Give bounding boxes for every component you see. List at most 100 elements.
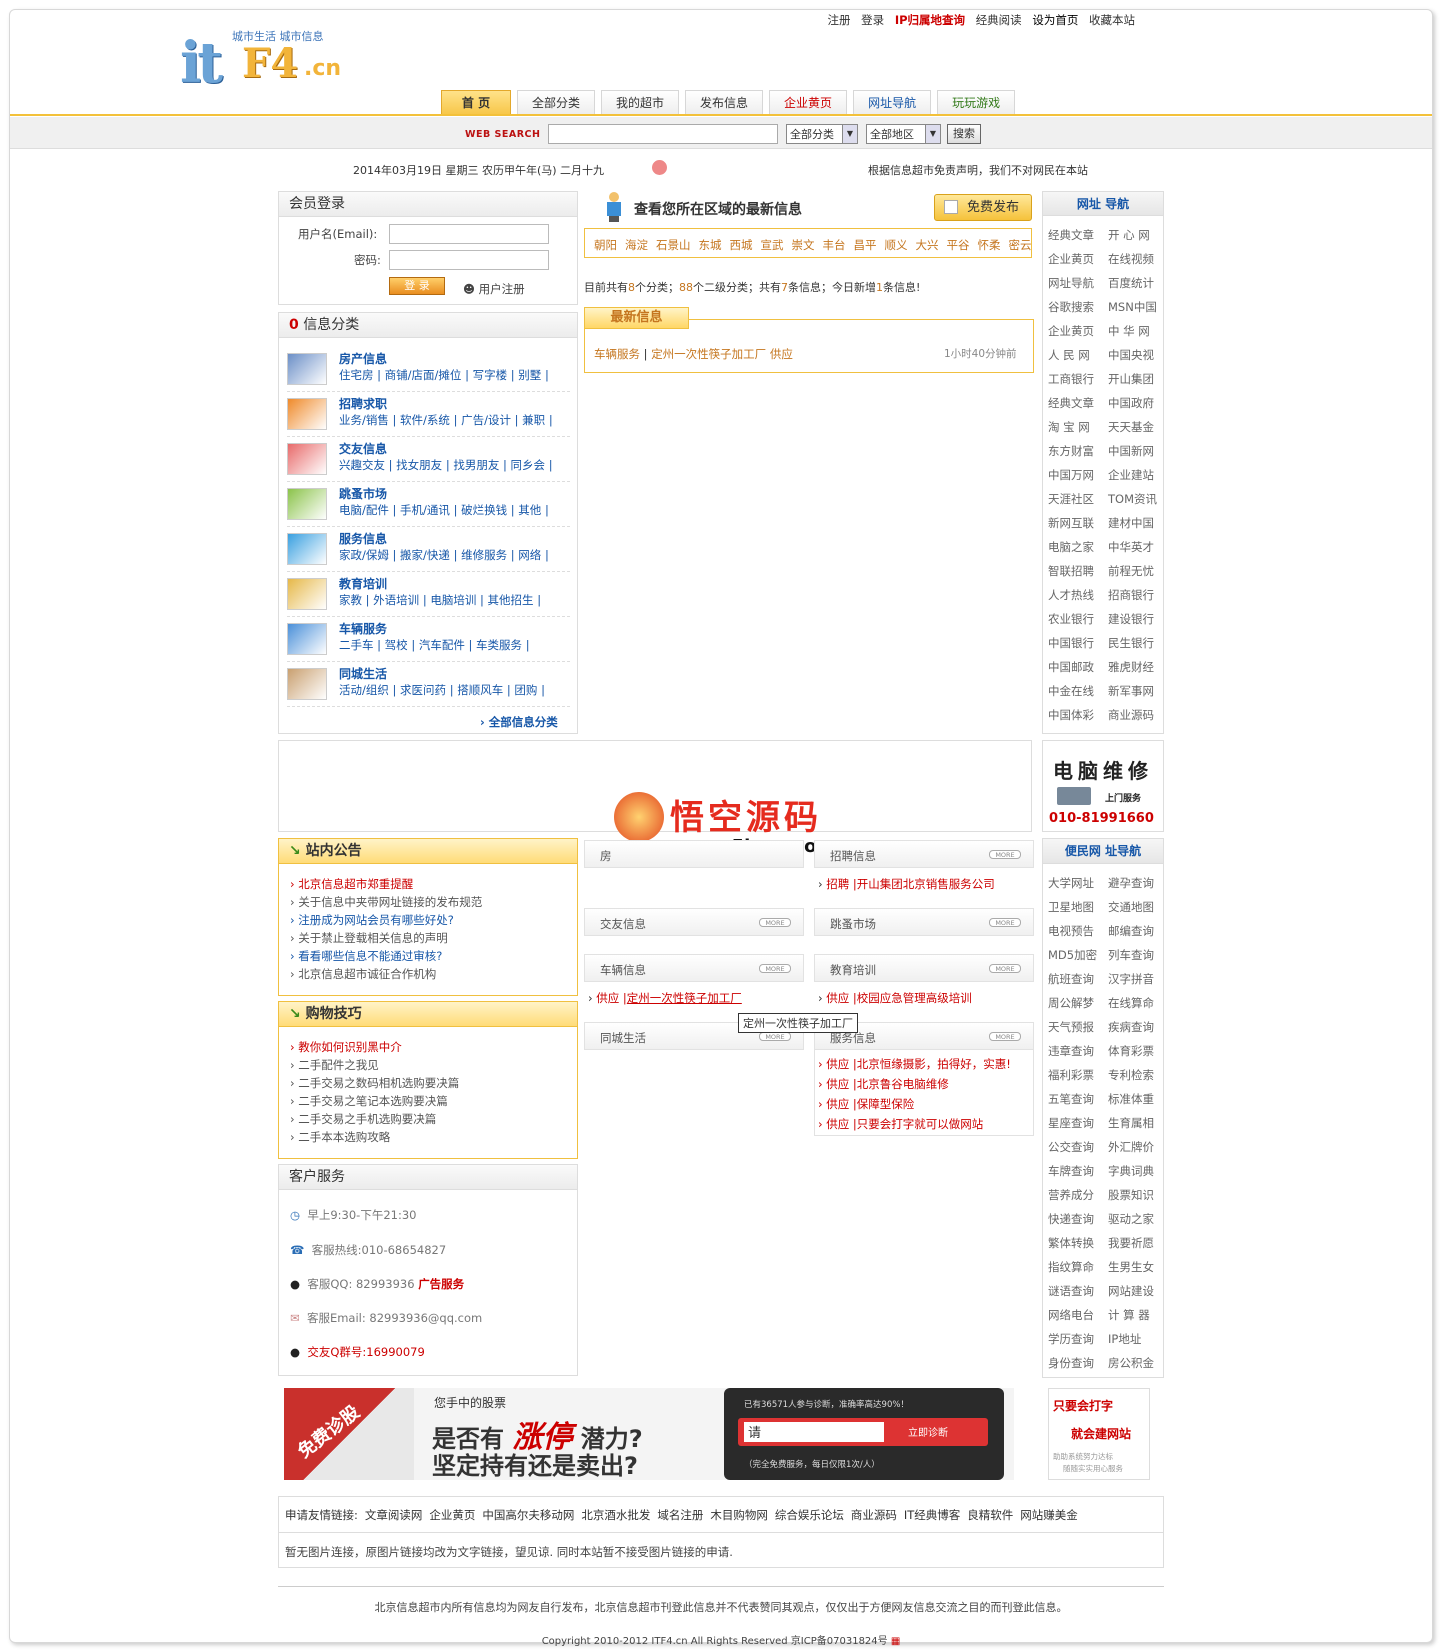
nav-link[interactable]: 快递查询	[1048, 1211, 1094, 1227]
nav-link[interactable]: 建设银行	[1108, 611, 1154, 627]
list-item[interactable]: › 看看哪些信息不能通过审核?	[290, 948, 442, 964]
nav-link[interactable]: 智联招聘	[1048, 563, 1094, 579]
nav-link[interactable]: 农业银行	[1048, 611, 1094, 627]
bookmark-link[interactable]: 收藏本站	[1089, 13, 1135, 27]
nav-link[interactable]: IP地址	[1108, 1331, 1141, 1347]
more-button[interactable]: MORE	[989, 850, 1021, 859]
nav-link[interactable]: 网络电台	[1048, 1307, 1094, 1323]
district-link[interactable]: 平谷	[947, 238, 970, 252]
category-title[interactable]: 车辆服务	[339, 620, 387, 637]
nav-link[interactable]: TOM资讯	[1108, 491, 1157, 507]
service-item[interactable]: › 供应 |北京恒缘摄影，拍得好，实惠!	[818, 1056, 1011, 1072]
more-button[interactable]: MORE	[989, 964, 1021, 973]
category-title[interactable]: 同城生活	[339, 665, 387, 682]
reading-link[interactable]: 经典阅读	[976, 13, 1022, 27]
tab-publish[interactable]: 发布信息	[685, 90, 764, 114]
nav-link[interactable]: 人 民 网	[1048, 347, 1090, 363]
nav-link[interactable]: 生男生女	[1108, 1259, 1154, 1275]
nav-link[interactable]: 网址导航	[1048, 275, 1094, 291]
list-item[interactable]: › 二手交易之数码相机选购要决篇	[290, 1075, 459, 1091]
nav-link[interactable]: 开山集团	[1108, 371, 1154, 387]
list-item[interactable]: › 北京信息超市诚征合作机构	[290, 966, 436, 982]
tab-yellow-pages[interactable]: 企业黄页	[769, 90, 848, 114]
nav-link[interactable]: 在线算命	[1108, 995, 1154, 1011]
ip-lookup-link[interactable]: IP归属地查询	[895, 13, 965, 27]
nav-link[interactable]: 网站建设	[1108, 1283, 1154, 1299]
nav-link[interactable]: 中国邮政	[1048, 659, 1094, 675]
list-item[interactable]: › 北京信息超市郑重提醒	[290, 876, 413, 892]
nav-link[interactable]: 中国万网	[1048, 467, 1094, 483]
friend-link[interactable]: 企业黄页	[429, 1508, 475, 1522]
friend-link[interactable]: 良精软件	[967, 1508, 1013, 1522]
friend-link[interactable]: 综合娱乐论坛	[775, 1508, 844, 1522]
nav-link[interactable]: 邮编查询	[1108, 923, 1154, 939]
district-link[interactable]: 西城	[730, 238, 753, 252]
service-group[interactable]: ● 交友Q群号:16990079	[290, 1344, 425, 1360]
district-link[interactable]: 密云	[1009, 238, 1032, 252]
repair-ad[interactable]: 电脑维修 上门服务 010-81991660	[1042, 740, 1164, 832]
register-button[interactable]: ☻ 用户注册	[463, 281, 525, 297]
list-item[interactable]: › 二手交易之手机选购要决篇	[290, 1111, 436, 1127]
category-subs[interactable]: 家政/保姆 | 搬家/快递 | 维修服务 | 网络 |	[339, 547, 549, 563]
username-input[interactable]	[389, 224, 549, 244]
nav-link[interactable]: MSN中国	[1108, 299, 1157, 315]
district-link[interactable]: 石景山	[656, 238, 691, 252]
friend-link[interactable]: 商业源码	[851, 1508, 897, 1522]
nav-link[interactable]: 中国央视	[1108, 347, 1154, 363]
district-link[interactable]: 丰台	[823, 238, 846, 252]
login-button[interactable]: 登 录	[389, 277, 445, 295]
more-button[interactable]: MORE	[989, 918, 1021, 927]
category-title[interactable]: 服务信息	[339, 530, 387, 547]
nav-link[interactable]: 繁体转换	[1048, 1235, 1094, 1251]
nav-link[interactable]: 计 算 器	[1108, 1307, 1150, 1323]
nav-link[interactable]: 雅虎财经	[1108, 659, 1154, 675]
friend-link[interactable]: 北京酒水批发	[581, 1508, 650, 1522]
nav-link[interactable]: 学历查询	[1048, 1331, 1094, 1347]
search-button[interactable]: 搜索	[947, 124, 981, 144]
category-subs[interactable]: 二手车 | 驾校 | 汽车配件 | 车类服务 |	[339, 637, 530, 653]
nav-link[interactable]: 五笔查询	[1048, 1091, 1094, 1107]
nav-link[interactable]: 避孕查询	[1108, 875, 1154, 891]
nav-link[interactable]: 新军事网	[1108, 683, 1154, 699]
nav-link[interactable]: 福利彩票	[1048, 1067, 1094, 1083]
list-item[interactable]: › 二手交易之笔记本选购要决篇	[290, 1093, 448, 1109]
district-link[interactable]: 顺义	[885, 238, 908, 252]
nav-link[interactable]: 公交查询	[1048, 1139, 1094, 1155]
list-item[interactable]: › 二手本本选购攻略	[290, 1129, 390, 1145]
category-subs[interactable]: 业务/销售 | 软件/系统 | 广告/设计 | 兼职 |	[339, 412, 553, 428]
nav-link[interactable]: 招商银行	[1108, 587, 1154, 603]
nav-link[interactable]: 生育属相	[1108, 1115, 1154, 1131]
nav-link[interactable]: 身份查询	[1048, 1355, 1094, 1371]
nav-link[interactable]: 卫星地图	[1048, 899, 1094, 915]
login-link[interactable]: 登录	[861, 13, 884, 27]
nav-link[interactable]: 东方财富	[1048, 443, 1094, 459]
nav-link[interactable]: 字典词典	[1108, 1163, 1154, 1179]
list-item[interactable]: › 关于禁止登载相关信息的声明	[290, 930, 448, 946]
list-item[interactable]: › 关于信息中夹带网址链接的发布规范	[290, 894, 482, 910]
nav-link[interactable]: 经典文章	[1048, 395, 1094, 411]
nav-link[interactable]: 企业黄页	[1048, 251, 1094, 267]
set-homepage-link[interactable]: 设为首页	[1032, 13, 1078, 27]
nav-link[interactable]: 股票知识	[1108, 1187, 1154, 1203]
nav-link[interactable]: 汉字拼音	[1108, 971, 1154, 987]
tab-home[interactable]: 首 页	[441, 90, 511, 114]
nav-link[interactable]: 驱动之家	[1108, 1211, 1154, 1227]
job-item[interactable]: › 招聘 |开山集团北京销售服务公司	[818, 876, 995, 892]
more-button[interactable]: MORE	[989, 1032, 1021, 1041]
nav-link[interactable]: 中 华 网	[1108, 323, 1150, 339]
nav-link[interactable]: 专利检索	[1108, 1067, 1154, 1083]
password-input[interactable]	[389, 250, 549, 270]
nav-link[interactable]: 民生银行	[1108, 635, 1154, 651]
nav-link[interactable]: 天涯社区	[1048, 491, 1094, 507]
site-logo[interactable]: it F4 .cn	[180, 26, 341, 96]
district-link[interactable]: 东城	[699, 238, 722, 252]
list-item[interactable]: › 注册成为网站会员有哪些好处?	[290, 912, 454, 928]
category-subs[interactable]: 电脑/配件 | 手机/通讯 | 破烂换钱 | 其他 |	[339, 502, 549, 518]
nav-link[interactable]: 中金在线	[1048, 683, 1094, 699]
tab-all-categories[interactable]: 全部分类	[517, 90, 596, 114]
region-select[interactable]: 全部地区 ▼	[866, 124, 941, 144]
nav-link[interactable]: 违章查询	[1048, 1043, 1094, 1059]
list-item[interactable]: › 二手配件之我见	[290, 1057, 379, 1073]
nav-link[interactable]: 营养成分	[1048, 1187, 1094, 1203]
tab-url-nav[interactable]: 网址导航	[853, 90, 932, 114]
